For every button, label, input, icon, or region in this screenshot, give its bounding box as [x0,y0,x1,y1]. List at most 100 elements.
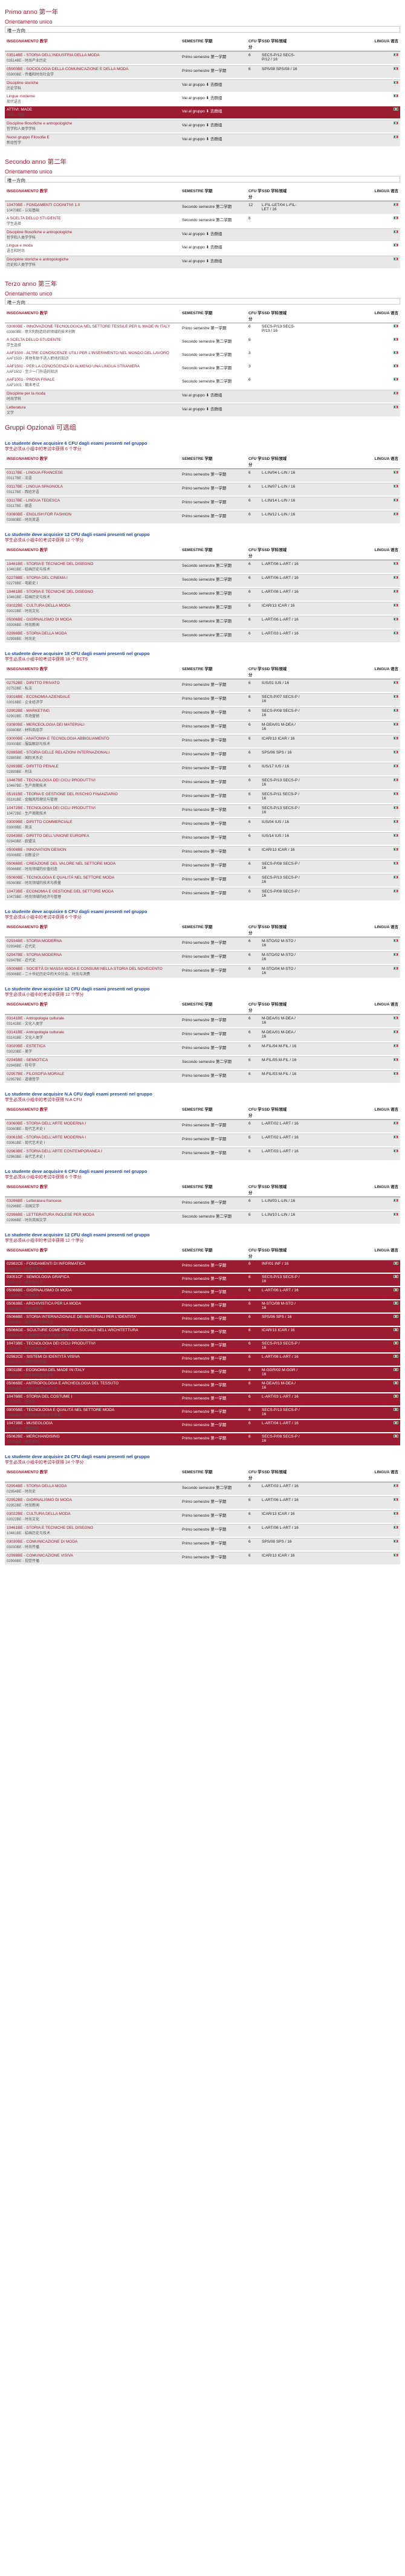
table-row[interactable]: 10472BE - TECNOLOGIA DEI CICLI PRODUTTIV… [5,804,400,817]
course-name[interactable]: 03080BE - MERCEOLOGIA DEI MATERIALI [7,723,182,727]
course-name[interactable]: A SCELTA DELLO STUDENTE [7,338,182,342]
course-name[interactable]: 05006BE - SOCIETÀ DI MASSA MODA E CONSUM… [7,967,182,971]
course-name[interactable]: 03009BE - DIRITTO COMMERCIALE [7,820,182,824]
table-row[interactable]: 05063BE - ARCHIVISTICA PER LA MODA 05063B… [5,1300,400,1312]
course-name[interactable]: 02934BE - STORIA MODERNA [7,939,182,943]
course-name[interactable]: 05191BE - TEORIA E GESTIONE DEL RISCHIO … [7,792,182,796]
table-row[interactable]: 03016BE - ECONOMIA AZIENDALE 03016BE - 企业… [5,693,400,706]
course-name[interactable]: 10470BE - FONDAMENTI COGNITIVI 1.0 [7,203,182,207]
course-name[interactable]: 02945BE - SEMIOTICA [7,1058,182,1062]
course-name[interactable]: Discipline storiche [7,81,182,85]
course-name[interactable]: Discipline filosofiche e antropologiche [7,230,182,234]
table-row[interactable]: 10476BE - STORIA DEL COSTUME I 10476BE - … [5,1393,400,1406]
course-name[interactable]: 03030BE - COMUNICAZIONE DI MODA [7,1540,182,1544]
course-name[interactable]: 02885BE - STORIA DELLE RELAZIONI INTERNA… [7,751,182,755]
table-row[interactable]: 02885BE - STORIA DELLE RELAZIONI INTERNA… [5,749,400,761]
course-name[interactable]: 02998BE - STORIA DELLA MODA [7,631,182,636]
course-name[interactable]: Discipline per la moda [7,392,182,396]
table-row[interactable]: 10470BE - FONDAMENTI COGNITIVI 1.0 10470B… [5,201,400,214]
course-name[interactable]: 02998BE - COMUNICAZIONE VISIVA [7,1554,182,1558]
course-name[interactable]: 03141BE - Antropologia culturale [7,1030,182,1035]
table-row[interactable]: 03141BE - Antropologia culturale 03141BE … [5,1015,400,1027]
table-row[interactable]: 05066GE - SCULTURE COME PRATICA SOCIALE … [5,1327,400,1339]
table-row[interactable]: Lingue moderne 现代语言 Vai al gruppo ⬇ 去群组 [5,93,400,105]
course-name[interactable]: 02963BE - STORIA DELL'ARTE CONTEMPORANEA… [7,1149,182,1154]
table-row[interactable]: 03009BE - DIRITTO COMMERCIALE 03009BE - 商… [5,818,400,831]
table-row[interactable]: Discipline filosofiche e antropologiche 哲… [5,228,400,241]
table-row[interactable]: 03141BE - Antropologia culturale 03141BE … [5,1028,400,1041]
table-row[interactable]: 02278BE - STORIA DEL CINEMA I 02278BE - 电… [5,574,400,587]
course-name[interactable]: Discipline filosofiche e antropologiche [7,121,182,126]
table-row[interactable]: 02752BE - DIRITTO PRIVATO 02752BE - 私法 Pri… [5,679,400,692]
table-row[interactable]: Discipline per la moda 时尚学科 Vai al gruppo … [5,390,400,402]
table-row[interactable]: 05066BE - STORIA INTERNAZIONALE DEI MATE… [5,1314,400,1326]
table-row[interactable]: 03061BE - STORIA DELL'ARTE MODERNA I 0306… [5,1134,400,1146]
course-name[interactable]: 03117BE - LINGUA TEDESCA [7,499,182,503]
course-name[interactable]: Lingua e moda [7,244,182,248]
course-name[interactable]: AAF1500 - ALTRE CONOSCENZE UTILI PER L'I… [7,351,182,355]
table-row[interactable]: 03022BE - CULTURA DELLA MODA 03022BE - 时尚… [5,1510,400,1523]
table-row[interactable]: 02998BE - COMUNICAZIONE VISIVA 02998BE - … [5,1552,400,1564]
course-name[interactable]: 05060BE - TECNOLOGIA E QUALITÀ NEL SETTO… [7,876,182,880]
course-name[interactable]: 05900BE - SOCIOLOGIA DELLA COMUNICAZIONE… [7,67,182,71]
course-name[interactable]: 05066BE - CREAZIONE DEL VALORE NEL SETTO… [7,862,182,866]
table-row[interactable]: 09011BE - ECONOMIA DEL MADE IN ITALY 0901… [5,1367,400,1379]
course-name[interactable]: 02982CE - SISTEMI DI IDENTITÀ VISIVA [7,1355,182,1359]
course-name[interactable]: 03514BE - STORIA DELL'INDUSTRIA DELLA MO… [7,53,182,57]
table-row[interactable]: 02893BE - DIRITTO PENALE 02893BE - 刑法 Prim… [5,763,400,775]
course-name[interactable]: A SCELTA DELLO STUDENTE [7,216,182,221]
table-row[interactable]: 02943BE - DIRITTO DELL'UNIONE EUROPEA 029… [5,832,400,845]
table-row[interactable]: 05191BE - TEORIA E GESTIONE DEL RISCHIO … [5,790,400,803]
course-name[interactable]: 02278BE - STORIA DEL CINEMA I [7,576,182,580]
table-row[interactable]: 02952BE - GIORNALISMO DI MODA 02952BE - 时… [5,1496,400,1509]
course-name[interactable]: 02947BE - STORIA MODERNA [7,953,182,957]
course-name[interactable]: 05066BE - GIORNALISMO DI MODA [7,1288,182,1293]
table-row[interactable]: 03051CF - SEMIOLOGIA GRAFICA 03051CF - 图形… [5,1274,400,1286]
course-name[interactable]: 02752BE - DIRITTO PRIVATO [7,681,182,685]
table-row[interactable]: 03080BE - ENGLISH FOR FASHION 03080BE - 时… [5,511,400,523]
course-name[interactable]: 10461BE - STORIA E TECNICHE DEL DISEGNO [7,590,182,594]
course-name[interactable]: 10473BE - ECONOMIA E GESTIONE DEL SETTOR… [7,889,182,894]
table-row[interactable]: 10461BE - STORIA E TECNICHE DEL DISEGNO 1… [5,1524,400,1537]
orientation-select[interactable]: 唯一方向 [5,176,400,183]
course-name[interactable]: AAF1502 - PER LA CONOSCENZA DI ALMENO UN… [7,364,182,369]
table-row[interactable]: 05062BE - MERCHANDISING 05062BE - 商品推销 Pri… [5,1433,400,1445]
table-row[interactable]: 10461BE - STORIA E TECNICHE DEL DISEGNO 1… [5,588,400,601]
course-name[interactable]: 05066GE - SCULTURE COME PRATICA SOCIALE … [7,1328,182,1332]
table-row[interactable]: 05066BE - CREAZIONE DEL VALORE NEL SETTO… [5,860,400,873]
course-name[interactable]: 03117BE - LINGUA SPAGNOLA [7,485,182,489]
course-name[interactable]: 05006BE - INNOVATION DESIGN [7,848,182,852]
course-name[interactable]: 10461BE - STORIA E TECNICHE DEL DISEGNO [7,1526,182,1530]
table-row[interactable]: 05006BE - GIORNALISMO DI MODA 05006BE - 时… [5,616,400,628]
orientation-select[interactable]: 唯一方向 [5,298,400,305]
course-name[interactable]: 10476BE - STORIA DEL COSTUME I [7,1395,182,1399]
table-row[interactable]: Nuovi gruppo Filosofia E 新组哲学 Vai al grupp… [5,134,400,146]
course-name[interactable]: 05066BE - ANTROPOLOGIA E ARCHEOLOGIA DEL… [7,1381,182,1386]
table-row[interactable]: AAF1500 - ALTRE CONOSCENZE UTILI PER L'I… [5,350,400,362]
table-row[interactable]: 05006BE - INNOVATION DESIGN 05006BE - 创新设… [5,846,400,859]
table-row[interactable]: A SCELTA DELLO STUDENTE 学生选择 Secondo semes… [5,215,400,227]
orientation-select[interactable]: 唯一方向 [5,26,400,33]
table-row[interactable]: 09005BE - TECNOLOGIA E QUALITÀ NEL SETTO… [5,1407,400,1419]
course-name[interactable]: Nuovi gruppo Filosofia E [7,135,182,140]
course-name[interactable]: 02952BE - GIORNALISMO DI MODA [7,1498,182,1502]
table-row[interactable]: A SCELTA DELLO STUDENTE 学生选择 Secondo semes… [5,337,400,349]
course-name[interactable]: 10467BE - TECNOLOGIA DEI CICLI PRODUTTIV… [7,778,182,783]
table-row[interactable]: 03514BE - STORIA DELL'INDUSTRIA DELLA MO… [5,51,400,64]
course-name[interactable]: 05066BE - STORIA INTERNAZIONALE DEI MATE… [7,1315,182,1319]
table-row[interactable]: 02947BE - STORIA MODERNA 02947BE - 近代史 Pri… [5,951,400,964]
table-row[interactable]: 02998BE - STORIA DELLA MODA 02998BE - 时尚史… [5,630,400,642]
table-row[interactable]: ATTIVI: MADE 活动：制造 Vai al gruppo ⬇ 去群组 [5,106,400,118]
course-name[interactable]: 02954BE - STORIA DELLA MODA [7,1484,182,1488]
table-row[interactable]: 03117BE - LINGUA FRANCESE 03117BE - 法语 Pri… [5,469,400,482]
course-name[interactable]: 02893BE - DIRITTO PENALE [7,764,182,769]
course-name[interactable]: 10473BE - TECNOLOGIA DEI CICLI PRODUTTIV… [7,1341,182,1346]
table-row[interactable]: 03022BE - CULTURA DELLA MODA 03022BE - 时尚… [5,602,400,615]
table-row[interactable]: 02934BE - STORIA MODERNA 02934BE - 近代史 Pri… [5,937,400,950]
table-row[interactable]: 02945BE - SEMIOTICA 02945BE - 符号学 Secondo … [5,1056,400,1069]
table-row[interactable]: 03000BE - ANATOMIA E TECNOLOGIA ABBIGLIA… [5,735,400,747]
course-name[interactable]: 02982CE - FONDAMENTI DI INFORMATICA [7,1262,182,1266]
table-row[interactable]: 10473BE - MUSEOLOGIA 10473BE - 博物馆学 Primo … [5,1420,400,1432]
table-row[interactable]: 05066BE - ANTROPOLOGIA E ARCHEOLOGIA DEL… [5,1380,400,1392]
course-name[interactable]: 03000BE - ANATOMIA E TECNOLOGIA ABBIGLIA… [7,737,182,741]
